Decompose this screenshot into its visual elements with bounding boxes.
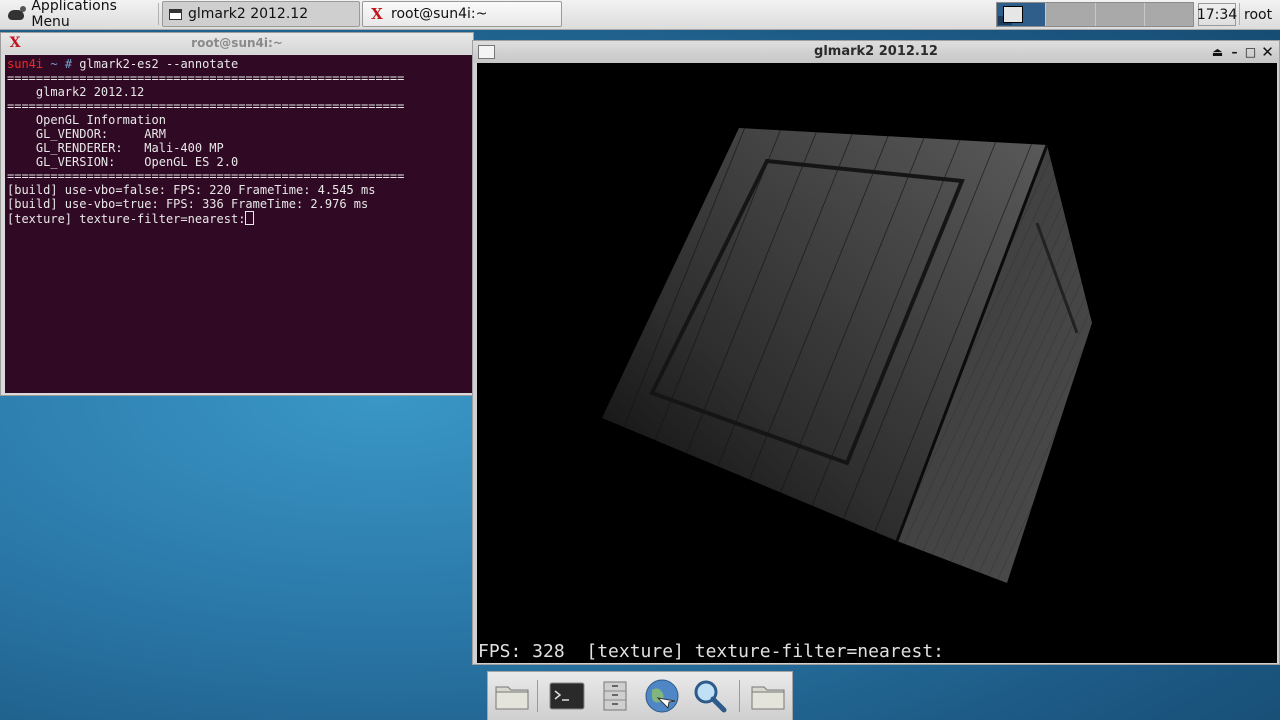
xfce-mouse-icon	[6, 4, 27, 24]
glmark2-title: glmark2 2012.12	[814, 44, 938, 59]
terminal-line: GL_VENDOR: ARM	[7, 127, 166, 141]
terminal-line: [build] use-vbo=true: FPS: 336 FrameTime…	[7, 197, 369, 211]
glmark2-render-canvas[interactable]: FPS: 328 [texture] texture-filter=neares…	[477, 63, 1277, 663]
dock-separator	[537, 680, 538, 712]
panel-separator	[1239, 3, 1240, 25]
applications-menu-button[interactable]: Applications Menu	[2, 0, 156, 30]
workspace-2[interactable]	[1046, 3, 1096, 26]
dock-panel	[487, 671, 793, 720]
terminal-line: GL_RENDERER: Mali-400 MP	[7, 141, 224, 155]
dock-item-files[interactable]	[596, 678, 634, 714]
user-menu[interactable]: root	[1244, 3, 1272, 26]
shade-icon[interactable]: ⏏	[1210, 44, 1225, 59]
dock-item-file-manager[interactable]	[493, 678, 531, 714]
terminal-output[interactable]: sun4i ~ # glmark2-es2 --annotate =======…	[5, 55, 475, 393]
workspace-switcher[interactable]	[996, 2, 1194, 27]
search-icon	[694, 680, 727, 713]
terminal-line: ========================================…	[7, 71, 405, 85]
terminal-line: ========================================…	[7, 169, 405, 183]
terminal-cursor	[245, 211, 255, 225]
dock-item-search[interactable]	[691, 678, 729, 714]
terminal-title: root@sun4i:~	[191, 36, 283, 50]
dock-separator	[739, 680, 740, 712]
terminal-line: ========================================…	[7, 99, 405, 113]
wooden-crate-render	[602, 128, 1092, 583]
terminal-prompt-line: sun4i ~ # glmark2-es2 --annotate	[7, 57, 238, 71]
fps-overlay: FPS: 328 [texture] texture-filter=neares…	[478, 641, 944, 662]
panel-separator	[158, 3, 159, 25]
workspace-4[interactable]	[1144, 3, 1193, 26]
terminal-window[interactable]: X root@sun4i:~ sun4i ~ # glmark2-es2 --a…	[0, 32, 475, 396]
glmark2-titlebar[interactable]: glmark2 2012.12 ⏏ – □ ✕	[473, 41, 1279, 63]
web-browser-icon	[645, 679, 679, 713]
taskbar-item-label: glmark2 2012.12	[188, 6, 309, 22]
applications-menu-label: Applications Menu	[31, 0, 117, 30]
prompt-host: sun4i	[7, 57, 44, 71]
prompt-symbol: #	[64, 57, 73, 71]
xterm-icon: X	[371, 5, 383, 23]
terminal-icon	[549, 682, 585, 710]
close-icon[interactable]: ✕	[1260, 43, 1275, 61]
dock-item-web-browser[interactable]	[643, 678, 681, 714]
maximize-icon[interactable]: □	[1243, 44, 1258, 59]
taskbar-item-terminal[interactable]: X root@sun4i:~	[362, 1, 562, 27]
terminal-line: OpenGL Information	[7, 113, 166, 127]
minimize-icon[interactable]: –	[1227, 44, 1242, 59]
file-cabinet-icon	[603, 681, 627, 711]
clock[interactable]: 17:34	[1197, 3, 1237, 26]
folder-icon	[495, 686, 529, 710]
terminal-last-line: [texture] texture-filter=nearest:	[7, 212, 246, 226]
glmark2-window[interactable]: glmark2 2012.12 ⏏ – □ ✕ FPS: 328 [textur…	[472, 40, 1280, 665]
terminal-line: glmark2 2012.12	[7, 85, 145, 99]
workspace-1[interactable]	[997, 3, 1047, 26]
window-icon	[169, 8, 182, 20]
terminal-line: [build] use-vbo=false: FPS: 220 FrameTim…	[7, 183, 376, 197]
top-panel: Applications Menu glmark2 2012.12 X root…	[0, 0, 1280, 30]
xterm-icon: X	[9, 35, 21, 51]
folder-icon	[751, 686, 785, 710]
terminal-command: glmark2-es2 --annotate	[79, 57, 239, 71]
dock-item-terminal[interactable]	[548, 678, 586, 714]
taskbar-item-glmark2[interactable]: glmark2 2012.12	[162, 1, 360, 27]
dock-item-folder[interactable]	[749, 678, 787, 714]
terminal-line: GL_VERSION: OpenGL ES 2.0	[7, 155, 239, 169]
terminal-titlebar[interactable]: X root@sun4i:~	[1, 33, 473, 54]
taskbar-item-label: root@sun4i:~	[391, 6, 488, 22]
terminal-line-current: [texture] texture-filter=nearest:	[7, 211, 255, 226]
prompt-dir: ~	[50, 57, 58, 71]
workspace-3[interactable]	[1095, 3, 1145, 26]
